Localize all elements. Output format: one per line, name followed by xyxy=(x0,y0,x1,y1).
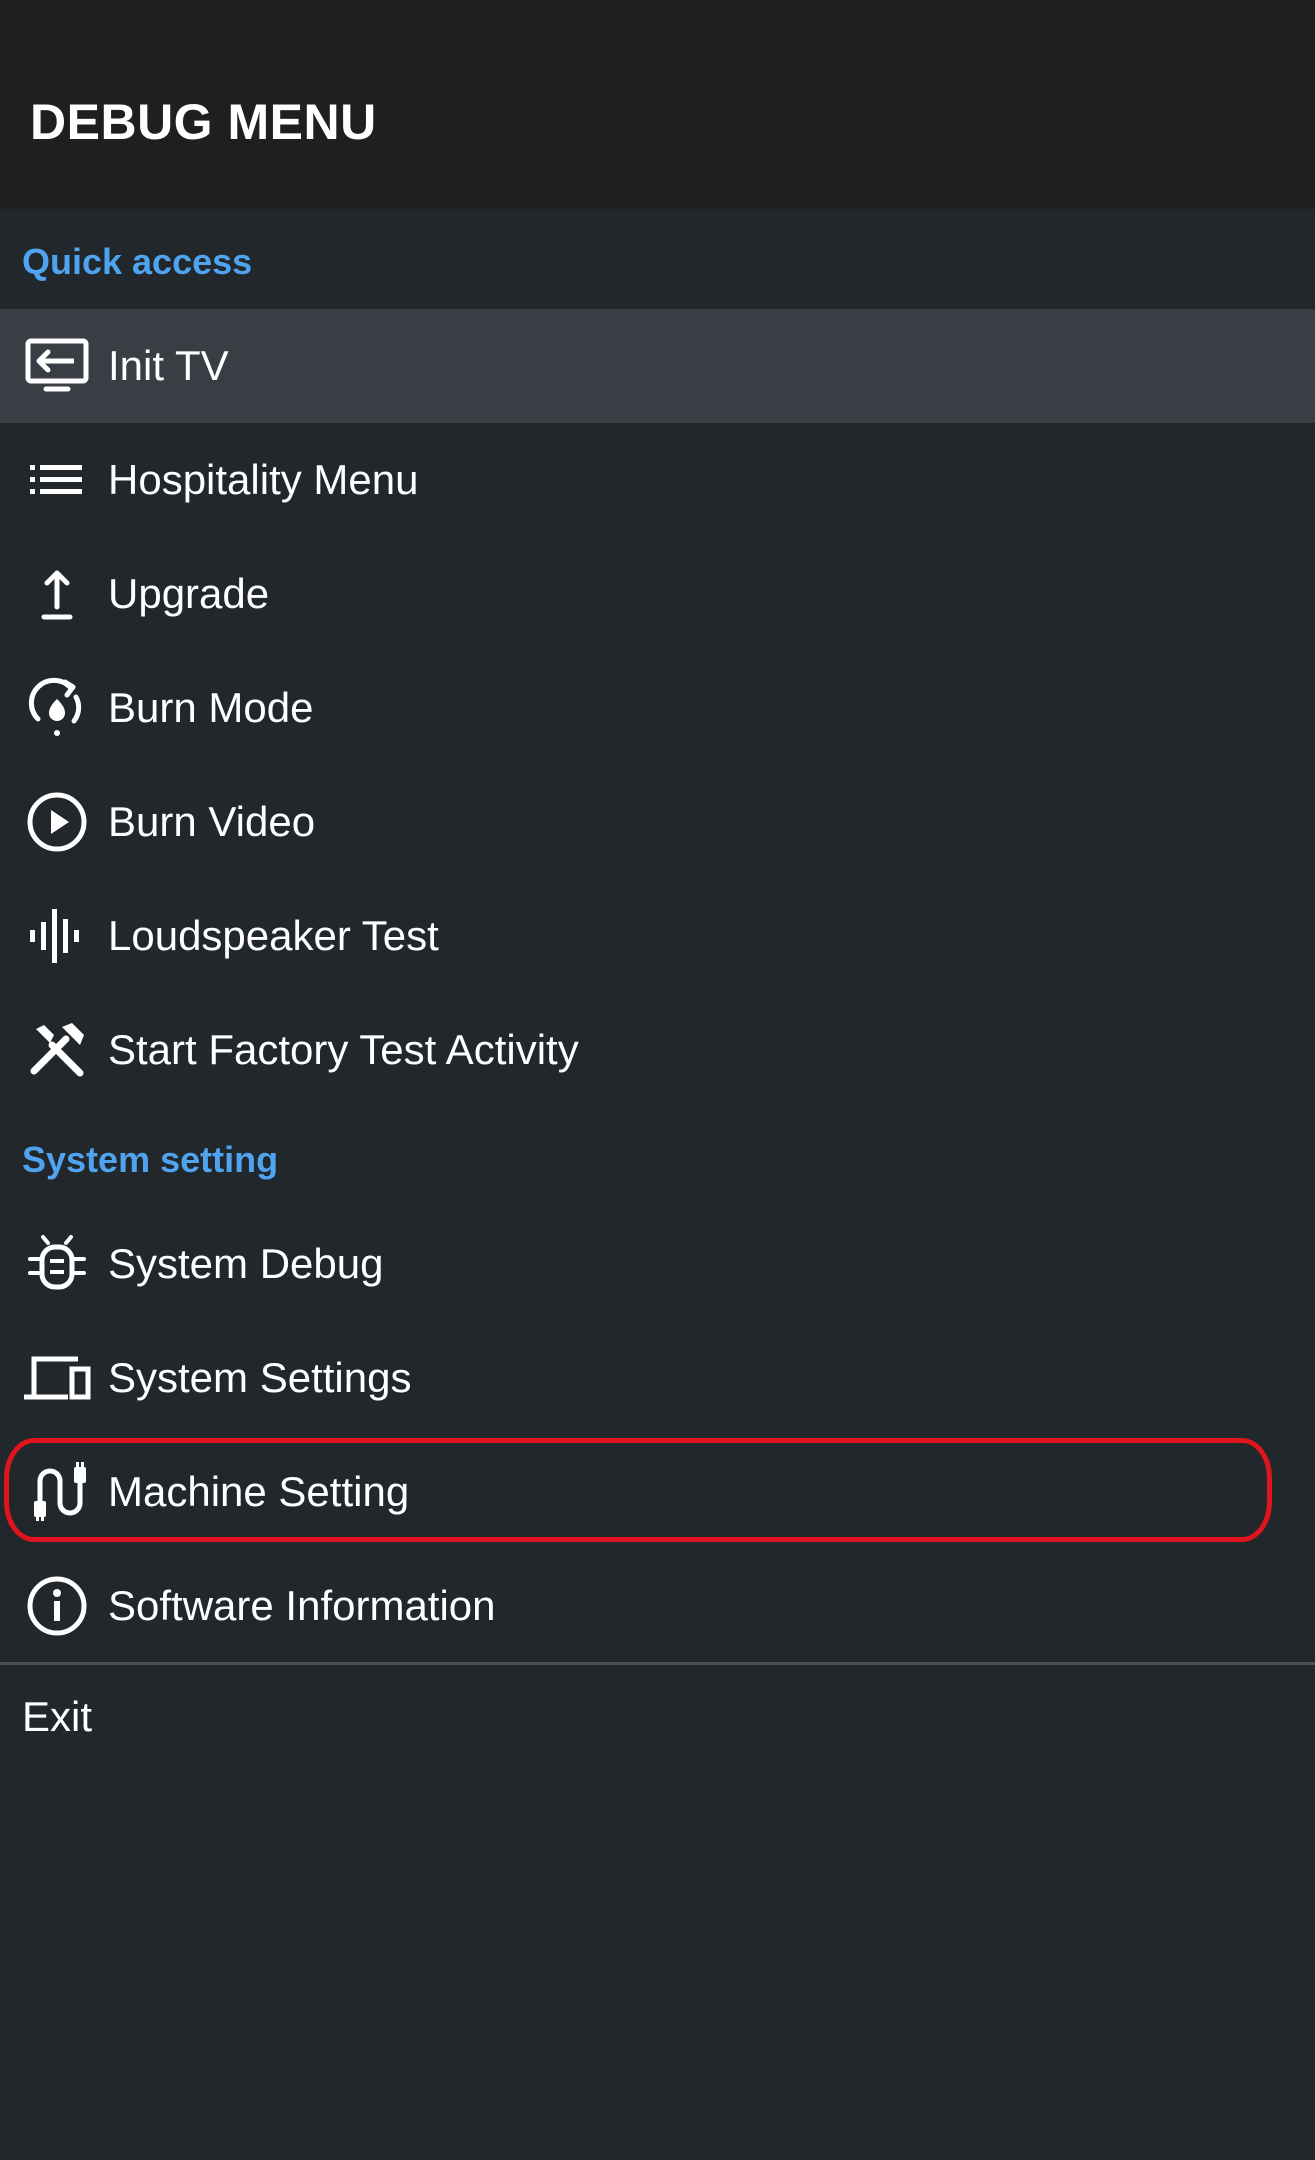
info-circle-icon xyxy=(22,1571,92,1641)
exit-button[interactable]: Exit xyxy=(22,1692,92,1742)
play-circle-icon xyxy=(22,787,92,857)
menu-item-start-factory-test-activity[interactable]: Start Factory Test Activity xyxy=(0,993,1315,1107)
list-icon xyxy=(22,445,92,515)
menu-item-label: Machine Setting xyxy=(108,1468,410,1515)
menu-item-label: Start Factory Test Activity xyxy=(108,1026,579,1073)
app-header: DEBUG MENU xyxy=(0,0,1315,204)
page-title: DEBUG MENU xyxy=(30,94,377,150)
menu-item-burn-video[interactable]: Burn Video xyxy=(0,765,1315,879)
menu-item-software-information[interactable]: Software Information xyxy=(0,1549,1315,1663)
menu-item-system-debug[interactable]: System Debug xyxy=(0,1207,1315,1321)
section-title-system-setting: System setting xyxy=(22,1139,279,1180)
menu-item-label: Loudspeaker Test xyxy=(108,912,439,959)
upload-arrow-icon xyxy=(22,559,92,629)
menu-item-label: Burn Mode xyxy=(108,684,314,731)
bug-icon xyxy=(22,1229,92,1299)
section-title-quick-access: Quick access xyxy=(22,241,253,282)
menu-item-hospitality-menu[interactable]: Hospitality Menu xyxy=(0,423,1315,537)
menu-item-label: System Settings xyxy=(108,1354,412,1401)
divider xyxy=(0,1662,1315,1665)
menu-item-label: Software Information xyxy=(108,1582,496,1629)
tools-icon xyxy=(22,1015,92,1085)
menu-item-init-tv[interactable]: Init TV xyxy=(0,309,1315,423)
menu-item-label: Burn Video xyxy=(108,798,316,845)
input-tv-icon xyxy=(22,331,92,401)
menu-item-machine-setting[interactable]: Machine Setting xyxy=(0,1435,1315,1549)
header-shadow xyxy=(0,204,1315,212)
audio-waveform-icon xyxy=(22,901,92,971)
menu-item-loudspeaker-test[interactable]: Loudspeaker Test xyxy=(0,879,1315,993)
menu-item-upgrade[interactable]: Upgrade xyxy=(0,537,1315,651)
cable-icon xyxy=(22,1457,92,1527)
menu-item-label: Hospitality Menu xyxy=(108,456,419,503)
menu-item-label: System Debug xyxy=(108,1240,384,1287)
menu-item-system-settings[interactable]: System Settings xyxy=(0,1321,1315,1435)
burn-cycle-icon xyxy=(22,673,92,743)
menu-item-burn-mode[interactable]: Burn Mode xyxy=(0,651,1315,765)
devices-icon xyxy=(22,1343,92,1413)
menu-item-label: Upgrade xyxy=(108,570,270,617)
menu-item-label: Init TV xyxy=(108,342,229,389)
